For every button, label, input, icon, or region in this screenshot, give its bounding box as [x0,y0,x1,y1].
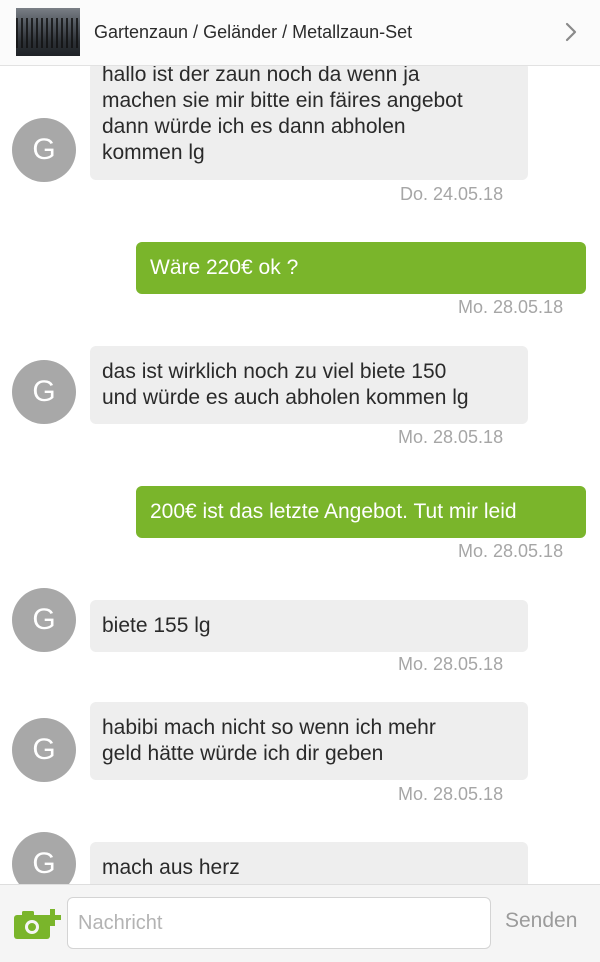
message-timestamp: Mo. 28.05.18 [458,541,564,561]
avatar: G [12,118,76,182]
message-timestamp: Mo. 28.05.18 [398,427,504,447]
message-timestamp: Mo. 28.05.18 [398,654,504,674]
avatar: G [12,718,76,782]
message-bubble-outgoing: 200€ ist das letzte Angebot. Tut mir lei… [136,486,586,538]
message-timestamp: Mo. 28.05.18 [458,297,564,317]
listing-title[interactable]: Gartenzaun / Geländer / Metallzaun-Set [94,22,412,43]
message-timestamp: Do. 24.05.18 [400,184,504,204]
message-bubble-incoming: biete 155 lg [90,600,528,652]
message-bubble-incoming: habibi mach nicht so wenn ich mehr geld … [90,702,528,780]
message-composer: Senden [0,884,600,962]
avatar: G [12,832,76,884]
message-bubble-incoming: das ist wirklich noch zu viel biete 150 … [90,346,528,424]
listing-thumbnail[interactable] [16,8,80,56]
message-input[interactable] [67,897,491,949]
message-bubble-incoming: mach aus herz [90,842,528,884]
camera-add-icon[interactable] [12,905,62,941]
avatar: G [12,588,76,652]
message-timestamp: Mo. 28.05.18 [398,784,504,804]
avatar: G [12,360,76,424]
chevron-right-icon[interactable] [560,20,582,44]
chat-thread[interactable]: G hallo ist der zaun noch da wenn ja mac… [0,66,600,884]
send-button[interactable]: Senden [505,909,577,933]
message-bubble-outgoing: Wäre 220€ ok ? [136,242,586,294]
message-bubble-incoming: hallo ist der zaun noch da wenn ja mache… [90,66,528,180]
listing-header[interactable]: Gartenzaun / Geländer / Metallzaun-Set [0,0,600,66]
